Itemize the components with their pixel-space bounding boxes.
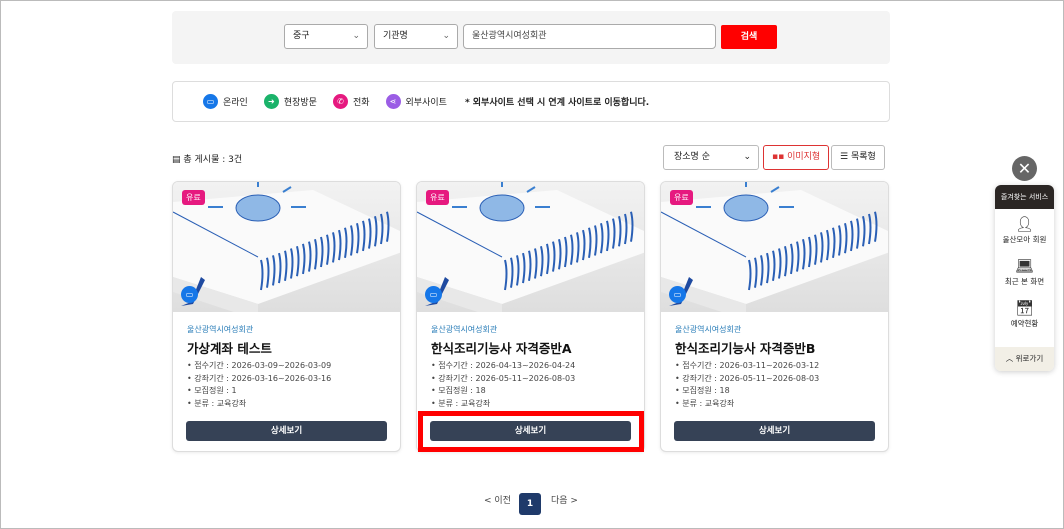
chevron-down-icon: ⌄ bbox=[743, 152, 751, 162]
card-info: 접수기간 : 2026-03-09~2026-03-09강좌기간 : 2026-… bbox=[187, 360, 331, 410]
card-info: 접수기간 : 2026-04-13~2026-04-24강좌기간 : 2026-… bbox=[431, 360, 575, 410]
card-title: 한식조리기능사 자격증반A bbox=[431, 341, 572, 356]
sort-select[interactable]: 장소명 순 ⌄ bbox=[663, 145, 759, 170]
sort-value: 장소명 순 bbox=[674, 152, 710, 162]
chevron-up-icon: ︿ bbox=[1005, 354, 1016, 363]
quick-recent[interactable]: 💻︎ 최근 본 화면 bbox=[995, 251, 1054, 293]
info-period: 강좌기간 : 2026-05-11~2026-08-03 bbox=[675, 373, 819, 386]
course-card[interactable]: 유료 ▭ 울산광역시여성회관 가상계좌 테스트 접수기간 : 2026-03-0… bbox=[172, 181, 401, 452]
detail-button[interactable]: 상세보기 bbox=[186, 421, 387, 441]
document-icon: ▤ bbox=[172, 155, 184, 165]
detail-button[interactable]: 상세보기 bbox=[674, 421, 875, 441]
legend-external: 외부사이트 bbox=[405, 98, 447, 108]
scroll-top-button[interactable]: ︿ 위로가기 bbox=[995, 347, 1054, 371]
monitor-icon: ▭ bbox=[425, 286, 442, 303]
legend-note: * 외부사이트 선택 시 연계 사이트로 이동합니다. bbox=[464, 98, 650, 108]
type-value: 기관명 bbox=[383, 31, 408, 41]
info-capacity: 모집정원 : 18 bbox=[431, 385, 575, 398]
info-period: 강좌기간 : 2026-05-11~2026-08-03 bbox=[431, 373, 575, 386]
search-bar: 중구 ⌄ 기관명 ⌄ 울산광역시여성회관 검색 bbox=[172, 11, 890, 64]
paid-badge: 유료 bbox=[182, 190, 205, 205]
arrow-icon: ➜ bbox=[263, 94, 279, 109]
card-title: 한식조리기능사 자격증반B bbox=[675, 341, 816, 356]
prev-page[interactable]: < 이전 bbox=[484, 493, 511, 506]
info-apply: 접수기간 : 2026-03-11~2026-03-12 bbox=[675, 360, 819, 373]
card-org: 울산광역시여성회관 bbox=[675, 325, 742, 334]
quick-label: 최근 본 화면 bbox=[1004, 277, 1045, 286]
info-capacity: 모집정원 : 18 bbox=[675, 385, 819, 398]
course-thumbnail bbox=[417, 182, 644, 320]
quick-label: 울산모아 회원 bbox=[1002, 235, 1047, 244]
image-view-button[interactable]: ▪▪ 이미지형 bbox=[763, 145, 830, 170]
laptop-icon: 💻︎ bbox=[1014, 257, 1035, 275]
card-org: 울산광역시여성회관 bbox=[431, 325, 498, 334]
chevron-down-icon: ⌄ bbox=[352, 31, 360, 41]
image-view-label: 이미지형 bbox=[787, 152, 821, 162]
monitor-icon: ▭ bbox=[669, 286, 686, 303]
quick-label: 예약현황 bbox=[1010, 319, 1039, 328]
chevron-down-icon: ⌄ bbox=[442, 31, 450, 41]
info-apply: 접수기간 : 2026-03-09~2026-03-09 bbox=[187, 360, 331, 373]
paid-badge: 유료 bbox=[670, 190, 693, 205]
district-select[interactable]: 중구 ⌄ bbox=[284, 24, 368, 49]
highlight-box bbox=[418, 411, 644, 452]
list-view-button[interactable]: ☰ 목록형 bbox=[831, 145, 885, 170]
info-category: 분류 : 교육강좌 bbox=[187, 398, 331, 411]
legend-online: 온라인 bbox=[223, 98, 248, 108]
share-icon: ⋖ bbox=[385, 94, 401, 109]
scroll-top-label: 위로가기 bbox=[1015, 354, 1044, 363]
paid-badge: 유료 bbox=[426, 190, 449, 205]
info-category: 분류 : 교육강좌 bbox=[675, 398, 819, 411]
district-value: 중구 bbox=[293, 31, 310, 41]
close-icon[interactable]: ✕ bbox=[1012, 156, 1037, 181]
list-view-label: 목록형 bbox=[850, 152, 876, 162]
type-select[interactable]: 기관명 ⌄ bbox=[374, 24, 458, 49]
card-title: 가상계좌 테스트 bbox=[187, 341, 272, 356]
list-icon: ☰ bbox=[840, 152, 851, 162]
grid-icon: ▪▪ bbox=[772, 152, 788, 162]
quick-reservation[interactable]: 📅︎ 예약현황 bbox=[995, 293, 1054, 335]
search-button[interactable]: 검색 bbox=[721, 25, 777, 49]
total-count: ▤ 총 게시물 : 3건 bbox=[172, 152, 242, 165]
monitor-icon: ▭ bbox=[203, 94, 218, 109]
legend-phone: 전화 bbox=[352, 98, 370, 108]
page-1[interactable]: 1 bbox=[519, 493, 541, 515]
legend-visit: 현장방문 bbox=[283, 98, 317, 108]
search-input[interactable]: 울산광역시여성회관 bbox=[463, 24, 716, 49]
card-org: 울산광역시여성회관 bbox=[187, 325, 254, 334]
course-card[interactable]: 유료 ▭ 울산광역시여성회관 한식조리기능사 자격증반B 접수기간 : 2026… bbox=[660, 181, 889, 452]
course-thumbnail bbox=[661, 182, 888, 320]
method-legend: ▭ 온라인 ➜ 현장방문 ✆ 전화 ⋖ 외부사이트 * 외부사이트 선택 시 연계 사이… bbox=[172, 81, 890, 122]
calendar-icon: 📅︎ bbox=[1014, 299, 1035, 317]
total-text: 총 게시물 : 3건 bbox=[183, 155, 243, 165]
info-period: 강좌기간 : 2026-03-16~2026-03-16 bbox=[187, 373, 331, 386]
quick-menu: 즐겨찾는 서비스 👤︎ 울산모아 회원 💻︎ 최근 본 화면 📅︎ 예약현황 ︿ 위로… bbox=[995, 185, 1054, 371]
course-thumbnail bbox=[173, 182, 400, 320]
phone-icon: ✆ bbox=[332, 94, 348, 109]
info-capacity: 모집정원 : 1 bbox=[187, 385, 331, 398]
quick-title: 즐겨찾는 서비스 bbox=[995, 185, 1054, 209]
user-icon: 👤︎ bbox=[1014, 215, 1035, 233]
quick-member[interactable]: 👤︎ 울산모아 회원 bbox=[995, 209, 1054, 251]
info-category: 분류 : 교육강좌 bbox=[431, 398, 575, 411]
next-page[interactable]: 다음 > bbox=[551, 493, 578, 506]
card-info: 접수기간 : 2026-03-11~2026-03-12강좌기간 : 2026-… bbox=[675, 360, 819, 410]
monitor-icon: ▭ bbox=[181, 286, 198, 303]
info-apply: 접수기간 : 2026-04-13~2026-04-24 bbox=[431, 360, 575, 373]
